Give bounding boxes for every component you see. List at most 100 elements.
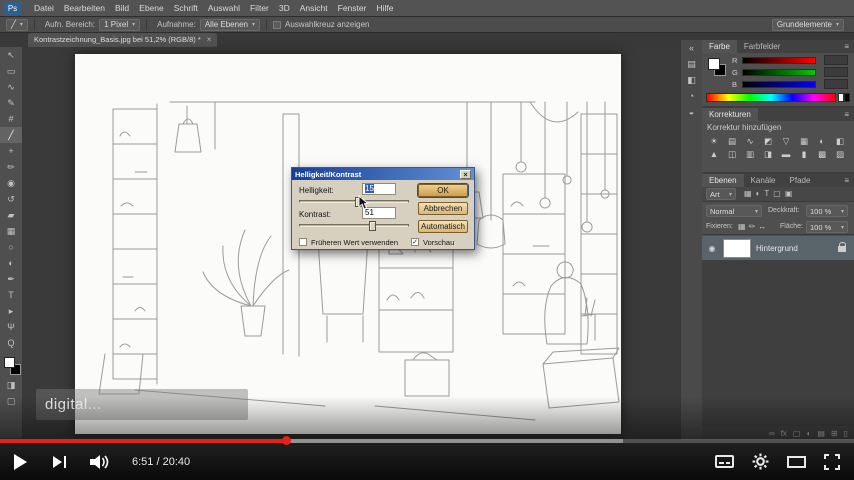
lock-icons[interactable]: ▦✏↔ (738, 222, 769, 231)
vibrance-icon[interactable]: ▽ (777, 135, 795, 148)
theater-mode-icon[interactable] (787, 455, 806, 468)
history-brush-tool[interactable]: ↺ (0, 191, 22, 207)
black-white-icon[interactable]: ◧ (831, 135, 849, 148)
move-tool[interactable]: ↖ (0, 47, 22, 63)
settings-gear-icon[interactable] (752, 453, 769, 470)
tool-preset-dropdown[interactable]: ╱ ▾ (6, 18, 28, 31)
blue-slider[interactable] (742, 81, 816, 88)
menu-datei[interactable]: Datei (29, 0, 59, 16)
menu-schrift[interactable]: Schrift (169, 0, 203, 16)
posterize-icon[interactable]: ▬ (777, 148, 795, 161)
panel-menu-icon[interactable]: ≡ (839, 40, 854, 53)
sample-size-dropdown[interactable]: 1 Pixel ▾ (99, 18, 141, 31)
layer-thumbnail[interactable] (723, 238, 751, 258)
filter-kind-icons[interactable]: ▦◐T▢▣ (744, 189, 796, 198)
blur-tool[interactable]: ○ (0, 239, 22, 255)
color-ramp[interactable] (706, 93, 836, 102)
hand-tool[interactable]: Ψ (0, 319, 22, 335)
menu-auswahl[interactable]: Auswahl (203, 0, 245, 16)
layer-mask-icon[interactable]: ▢ (793, 429, 801, 438)
channel-mixer-icon[interactable]: ◫ (723, 148, 741, 161)
color-balance-icon[interactable]: ◐ (813, 135, 831, 148)
color-swatches[interactable] (0, 355, 22, 377)
tab-pfade[interactable]: Pfade (783, 174, 818, 187)
marquee-tool[interactable]: ▭ (0, 63, 22, 79)
blend-mode-dropdown[interactable]: Normal ▾ (706, 205, 762, 217)
link-layers-icon[interactable]: ∞ (769, 429, 775, 438)
layer-effects-icon[interactable]: fx (781, 429, 787, 438)
brush-tool[interactable]: ✏ (0, 159, 22, 175)
quick-selection-tool[interactable]: ✎ (0, 95, 22, 111)
path-selection-tool[interactable]: ▸ (0, 303, 22, 319)
menu-ansicht[interactable]: Ansicht (295, 0, 333, 16)
next-button[interactable] (53, 455, 66, 468)
document-tab[interactable]: Kontrastzeichnung_Basis.jpg bei 51,2% (R… (28, 33, 218, 47)
dialog-titlebar[interactable]: Helligkeit/Kontrast × (292, 168, 474, 180)
opacity-field[interactable]: 100 % ▾ (806, 205, 848, 217)
menu-3d[interactable]: 3D (274, 0, 295, 16)
volume-icon[interactable] (90, 454, 112, 470)
curves-icon[interactable]: ∿ (741, 135, 759, 148)
filter-type-dropdown[interactable]: Art ▾ (706, 188, 736, 200)
eyedropper-tool[interactable]: ╱ (0, 127, 22, 143)
cancel-button[interactable]: Abbrechen (418, 202, 468, 215)
menu-fenster[interactable]: Fenster (333, 0, 372, 16)
panel-menu-icon[interactable]: ≡ (839, 108, 854, 121)
tab-korrekturen[interactable]: Korrekturen (702, 108, 758, 121)
pen-tool[interactable]: ✒ (0, 271, 22, 287)
selective-color-icon[interactable]: ▩ (813, 148, 831, 161)
green-slider[interactable] (742, 69, 816, 76)
contrast-slider-track[interactable] (299, 224, 409, 227)
adjustment-layer-icon[interactable]: ◐ (806, 429, 811, 438)
screen-mode-icon[interactable]: ▢ (0, 393, 22, 409)
panel-menu-icon[interactable]: ≡ (839, 174, 854, 187)
dodge-tool[interactable]: ◐ (0, 255, 22, 271)
subtitles-icon[interactable] (715, 455, 734, 468)
brightness-input[interactable]: 15 (362, 183, 396, 195)
exposure-icon[interactable]: ◩ (759, 135, 777, 148)
hue-saturation-icon[interactable]: ▦ (795, 135, 813, 148)
eraser-tool[interactable]: ▰ (0, 207, 22, 223)
layer-visibility-icon[interactable]: ◉ (706, 244, 718, 253)
layer-group-icon[interactable]: ▤ (817, 429, 825, 438)
brightness-contrast-icon[interactable]: ☀ (705, 135, 723, 148)
workspace-switcher[interactable]: Grundelemente ▾ (771, 18, 844, 31)
history-panel-icon[interactable]: ▤ (681, 56, 702, 72)
healing-brush-tool[interactable]: + (0, 143, 22, 159)
tab-close-icon[interactable]: × (207, 33, 212, 47)
play-button[interactable] (14, 453, 27, 470)
layer-row-hintergrund[interactable]: ◉ Hintergrund (702, 236, 854, 260)
menu-filter[interactable]: Filter (245, 0, 274, 16)
navigator-panel-icon[interactable]: ◒ (681, 104, 702, 120)
red-slider[interactable] (742, 57, 816, 64)
levels-icon[interactable]: ▤ (723, 135, 741, 148)
lasso-tool[interactable]: ∿ (0, 79, 22, 95)
foreground-color-chip[interactable] (708, 58, 720, 70)
delete-layer-icon[interactable]: ▯ (844, 429, 848, 438)
tab-ebenen[interactable]: Ebenen (702, 174, 744, 187)
threshold-icon[interactable]: ▮ (795, 148, 813, 161)
brightness-slider-track[interactable] (299, 200, 409, 203)
gradient-map-icon[interactable]: ▨ (831, 148, 849, 161)
auto-button[interactable]: Automatisch (418, 220, 468, 233)
fullscreen-icon[interactable] (824, 453, 840, 470)
dialog-close-button[interactable]: × (460, 169, 471, 179)
invert-icon[interactable]: ◨ (759, 148, 777, 161)
fill-field[interactable]: 100 % ▾ (806, 221, 848, 233)
sample-dropdown[interactable]: Alle Ebenen ▾ (199, 18, 260, 31)
tab-kanaele[interactable]: Kanäle (744, 174, 783, 187)
menu-hilfe[interactable]: Hilfe (371, 0, 398, 16)
menu-ebene[interactable]: Ebene (134, 0, 169, 16)
preview-checkbox[interactable]: ✓ (411, 238, 419, 246)
menu-bearbeiten[interactable]: Bearbeiten (59, 0, 110, 16)
info-panel-icon[interactable]: ◔ (681, 88, 702, 104)
quick-mask-icon[interactable]: ◨ (0, 377, 22, 393)
properties-panel-icon[interactable]: ◧ (681, 72, 702, 88)
new-layer-icon[interactable]: ⊞ (831, 429, 838, 438)
zoom-tool[interactable]: Q (0, 335, 22, 351)
video-player[interactable]: Ps Datei Bearbeiten Bild Ebene Schrift A… (0, 0, 854, 480)
ok-button[interactable]: OK (418, 184, 468, 197)
gradient-tool[interactable]: ▦ (0, 223, 22, 239)
collapse-panels-icon[interactable]: « (681, 40, 702, 56)
contrast-slider-thumb[interactable] (369, 221, 376, 231)
